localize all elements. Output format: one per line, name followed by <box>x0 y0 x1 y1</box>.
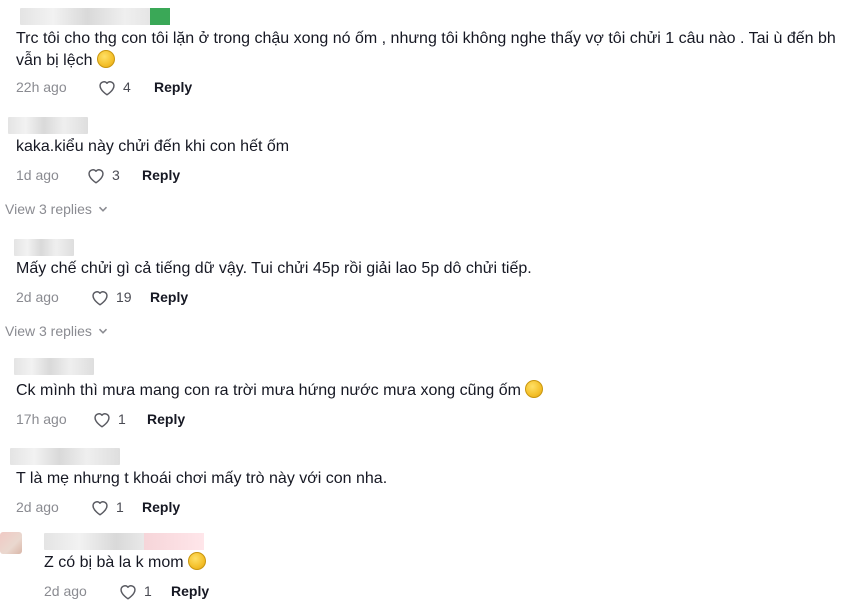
like-count: 3 <box>112 167 120 183</box>
reply-button[interactable]: Reply <box>147 409 185 429</box>
comment-item: T là mẹ nhưng t khoái chơi mấy trò này v… <box>0 440 868 526</box>
comment-item: Trc tôi cho thg con tôi lặn ở trong chậu… <box>0 0 868 100</box>
username-redacted <box>8 117 88 134</box>
like-button[interactable]: 1 <box>118 581 152 601</box>
heart-icon <box>99 81 115 96</box>
username-redacted <box>14 358 94 375</box>
heart-icon <box>120 585 136 600</box>
view-replies-button[interactable]: View 3 replies <box>5 321 108 341</box>
reply-button[interactable]: Reply <box>154 77 192 97</box>
comment-meta: 2d ago 19 Reply <box>16 287 316 307</box>
like-count: 1 <box>144 583 152 599</box>
username-redacted <box>20 8 170 25</box>
comment-time: 2d ago <box>16 289 59 305</box>
comment-text: Trc tôi cho thg con tôi lặn ở trong chậu… <box>16 30 836 69</box>
comment-text: T là mẹ nhưng t khoái chơi mấy trò này v… <box>16 470 388 487</box>
username-redacted <box>14 239 74 256</box>
comment-time: 1d ago <box>16 167 59 183</box>
smiling-face-emoji-icon <box>96 50 115 68</box>
username-redacted <box>44 533 204 550</box>
comment-time: 2d ago <box>44 583 87 599</box>
like-button[interactable]: 1 <box>92 409 126 429</box>
comment-item: Mấy chế chửi gì cả tiếng dữ vậy. Tui chử… <box>0 232 868 352</box>
username-redacted <box>10 448 120 465</box>
heart-icon <box>88 169 104 184</box>
view-replies-button[interactable]: View 3 replies <box>5 199 108 219</box>
reply-button[interactable]: Reply <box>171 581 209 601</box>
comment-time: 17h ago <box>16 411 67 427</box>
chevron-down-icon <box>98 206 107 212</box>
comment-text: Ck mình thì mưa mang con ra trời mưa hứn… <box>16 380 543 402</box>
comment-meta: 22h ago 4 Reply <box>16 77 316 97</box>
comment-text: kaka.kiểu này chửi đến khi con hết ốm <box>16 138 290 155</box>
like-count: 1 <box>116 499 124 515</box>
reply-button[interactable]: Reply <box>142 497 180 517</box>
like-count: 1 <box>118 411 126 427</box>
grinning-sweat-emoji-icon <box>187 552 206 570</box>
view-replies-label: View 3 replies <box>5 201 92 217</box>
reply-button[interactable]: Reply <box>150 287 188 307</box>
chevron-down-icon <box>98 328 107 334</box>
like-button[interactable]: 19 <box>90 287 132 307</box>
comment-meta: 2d ago 1 Reply <box>44 581 344 601</box>
reply-item: Z có bị bà la k mom 2d ago 1 Reply <box>0 526 868 607</box>
heart-icon <box>94 413 110 428</box>
like-button[interactable]: 3 <box>86 165 120 185</box>
like-count: 19 <box>116 289 132 305</box>
comment-item: Ck mình thì mưa mang con ra trời mưa hứn… <box>0 352 868 438</box>
comment-meta: 17h ago 1 Reply <box>16 409 316 429</box>
comment-meta: 2d ago 1 Reply <box>16 497 316 517</box>
pensive-face-emoji-icon <box>524 380 543 398</box>
view-replies-label: View 3 replies <box>5 323 92 339</box>
heart-icon <box>92 501 108 516</box>
reply-button[interactable]: Reply <box>142 165 180 185</box>
comment-text: Mấy chế chửi gì cả tiếng dữ vậy. Tui chử… <box>16 260 532 277</box>
heart-icon <box>92 291 108 306</box>
comment-item: kaka.kiểu này chửi đến khi con hết ốm 1d… <box>0 108 868 228</box>
comment-time: 2d ago <box>16 499 59 515</box>
avatar <box>0 532 22 554</box>
like-button[interactable]: 1 <box>90 497 124 517</box>
like-count: 4 <box>123 79 131 95</box>
like-button[interactable]: 4 <box>97 77 131 97</box>
comment-text: Z có bị bà la k mom <box>44 552 206 574</box>
comment-time: 22h ago <box>16 79 67 95</box>
comment-meta: 1d ago 3 Reply <box>16 165 316 185</box>
